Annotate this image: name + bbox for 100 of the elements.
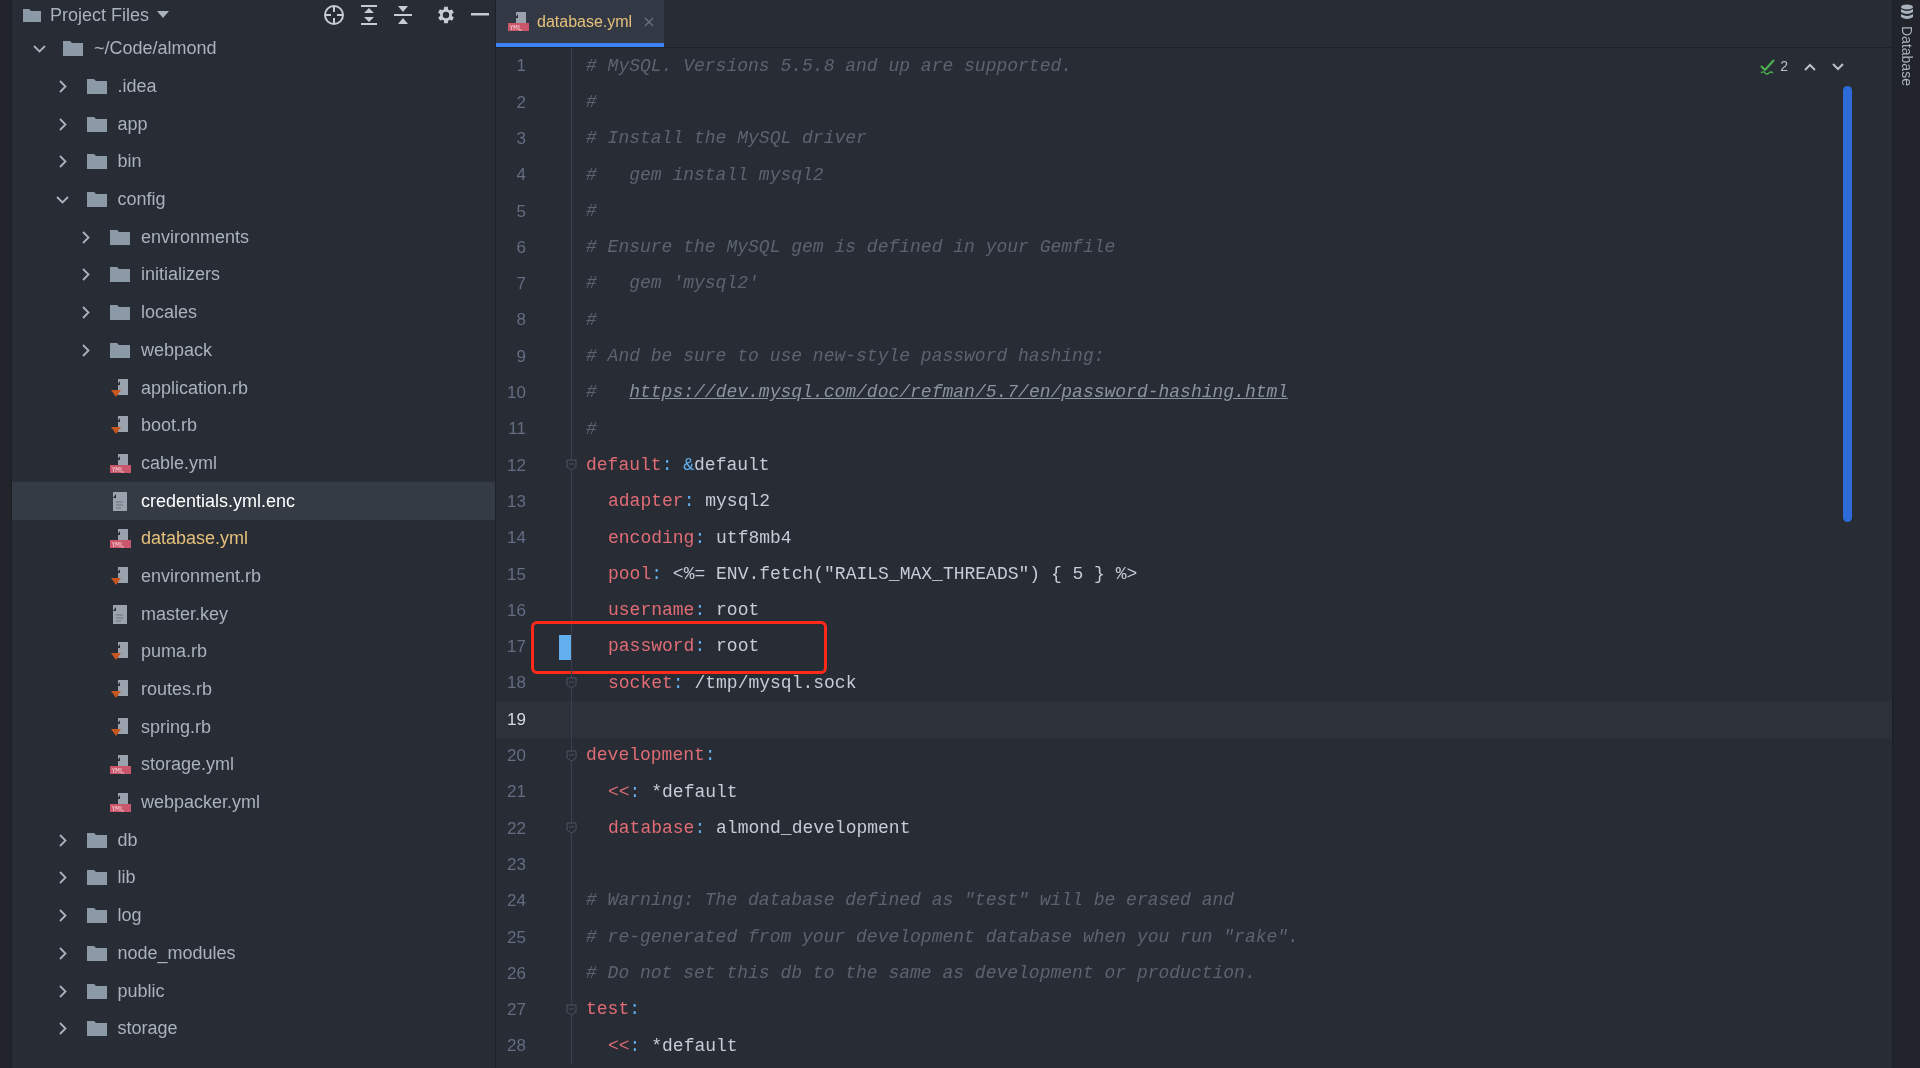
- tree-item[interactable]: environment.rb: [12, 557, 495, 596]
- text-file-icon: [112, 490, 128, 512]
- tree-item[interactable]: environments: [12, 218, 495, 257]
- code-line: <<: *default: [607, 1034, 738, 1058]
- tree-item-label: locales: [141, 301, 198, 325]
- tree-item[interactable]: routes.rb: [12, 670, 495, 709]
- code-line: # https://dev.mysql.com/doc/refman/5.7/en/password-hashing.html: [586, 381, 1289, 405]
- folder-icon: [85, 115, 108, 133]
- folder-icon: [85, 153, 108, 171]
- tree-item[interactable]: config: [12, 180, 495, 219]
- chevron-right-icon[interactable]: [82, 268, 90, 282]
- tree-item[interactable]: boot.rb: [12, 406, 495, 445]
- chevron-right-icon[interactable]: [58, 1022, 67, 1036]
- panel-title[interactable]: Project Files: [50, 1, 150, 29]
- code-line: #: [586, 308, 597, 332]
- chevron-right-icon[interactable]: [58, 155, 67, 169]
- tree-item[interactable]: initializers: [12, 256, 495, 294]
- code-line: # re-generated from your development database when you run "rake".: [586, 925, 1299, 949]
- tab-label: database.yml: [537, 11, 633, 32]
- tree-item-label: config: [117, 188, 166, 212]
- tree-item[interactable]: puma.rb: [12, 633, 495, 671]
- tree-item-label: .idea: [117, 75, 157, 99]
- tool-window-label[interactable]: Database: [1896, 26, 1917, 86]
- tree-item[interactable]: webpack: [12, 331, 495, 370]
- chevron-down-icon[interactable]: [1832, 62, 1844, 71]
- code-line: socket: /tmp/mysql.sock: [607, 671, 857, 695]
- code-line: pool: <%= ENV.fetch("RAILS_MAX_THREADS") { 5 } %>: [607, 562, 1138, 586]
- code-line: <<: *default: [607, 780, 738, 804]
- code-line: #: [586, 90, 597, 114]
- chevron-right-icon[interactable]: [82, 230, 90, 244]
- chevron-right-icon[interactable]: [58, 117, 67, 131]
- line-number: 25: [506, 926, 526, 949]
- caret-icon[interactable]: [157, 11, 170, 19]
- tree-item[interactable]: locales: [12, 293, 495, 332]
- tree-item[interactable]: ~/Code/almond: [12, 30, 495, 68]
- tree-item-label: database.yml: [141, 527, 249, 551]
- code-line: default: &default: [586, 453, 770, 477]
- tree-item-label: master.key: [141, 602, 229, 626]
- chevron-down-icon[interactable]: [56, 195, 69, 204]
- collapse-all-icon[interactable]: [393, 4, 413, 26]
- tree-item[interactable]: spring.rb: [12, 708, 495, 747]
- chevron-up-icon[interactable]: [1804, 62, 1816, 71]
- code-line: database: almond_development: [607, 816, 911, 840]
- tree-item[interactable]: webpacker.yml: [12, 783, 495, 822]
- line-number: 16: [506, 599, 526, 622]
- ruby-file-icon: [110, 716, 130, 738]
- chevron-right-icon[interactable]: [58, 909, 67, 923]
- tree-item[interactable]: public: [12, 972, 495, 1010]
- change-marker[interactable]: [559, 634, 571, 660]
- chevron-right-icon[interactable]: [58, 833, 67, 847]
- chevron-down-icon[interactable]: [32, 44, 46, 53]
- line-number: 11: [507, 418, 526, 441]
- tree-item-label: storage: [117, 1017, 178, 1041]
- scrollbar-thumb[interactable]: [1843, 86, 1852, 522]
- line-number: 14: [506, 527, 526, 550]
- tree-item-label: log: [117, 904, 142, 928]
- folder-icon: [62, 40, 84, 58]
- minimize-icon[interactable]: [471, 13, 489, 17]
- tree-item[interactable]: bin: [12, 143, 495, 181]
- chevron-right-icon[interactable]: [58, 946, 67, 960]
- code-line: #: [586, 199, 597, 223]
- tree-item[interactable]: lib: [12, 859, 495, 897]
- line-number: 4: [515, 164, 526, 187]
- tree-item[interactable]: cable.yml: [12, 444, 495, 483]
- tree-item[interactable]: database.yml: [12, 519, 495, 558]
- folder-icon: [85, 78, 108, 96]
- chevron-right-icon[interactable]: [82, 306, 90, 320]
- tree-item-label: lib: [117, 866, 136, 890]
- check-icon[interactable]: [1760, 58, 1777, 75]
- locate-icon[interactable]: [323, 4, 345, 26]
- tree-item[interactable]: application.rb: [12, 369, 495, 407]
- tree-item[interactable]: credentials.yml.enc: [12, 482, 495, 520]
- tree-item[interactable]: storage.yml: [12, 746, 495, 784]
- tree-item-label: node_modules: [117, 941, 236, 966]
- tree-item[interactable]: log: [12, 896, 495, 935]
- line-number: 6: [515, 236, 526, 259]
- line-number: 20: [506, 745, 526, 768]
- yaml-file-icon: [109, 792, 131, 814]
- chevron-right-icon[interactable]: [82, 343, 90, 357]
- tree-item-label: public: [117, 979, 165, 1003]
- code-line: adapter: mysql2: [607, 490, 771, 514]
- chevron-right-icon[interactable]: [58, 984, 67, 998]
- tree-item[interactable]: master.key: [12, 595, 495, 633]
- link[interactable]: https://dev.mysql.com/doc/refman/5.7/en/password-hashing.html: [629, 382, 1289, 403]
- close-icon[interactable]: [644, 16, 655, 27]
- line-number: 26: [506, 962, 526, 985]
- expand-all-icon[interactable]: [359, 4, 379, 26]
- chevron-right-icon[interactable]: [58, 80, 67, 94]
- line-number: 24: [506, 890, 526, 913]
- code-line: # gem install mysql2: [586, 163, 824, 187]
- tree-item[interactable]: app: [12, 105, 495, 144]
- tree-item[interactable]: .idea: [12, 67, 495, 106]
- tree-item[interactable]: node_modules: [12, 934, 495, 973]
- editor-tab[interactable]: database.yml: [496, 0, 665, 47]
- tree-item-label: boot.rb: [141, 414, 198, 438]
- tree-item[interactable]: db: [12, 821, 495, 860]
- tree-item[interactable]: storage: [12, 1009, 495, 1048]
- database-icon[interactable]: [1899, 4, 1914, 22]
- chevron-right-icon[interactable]: [58, 871, 67, 885]
- settings-icon[interactable]: [435, 4, 457, 26]
